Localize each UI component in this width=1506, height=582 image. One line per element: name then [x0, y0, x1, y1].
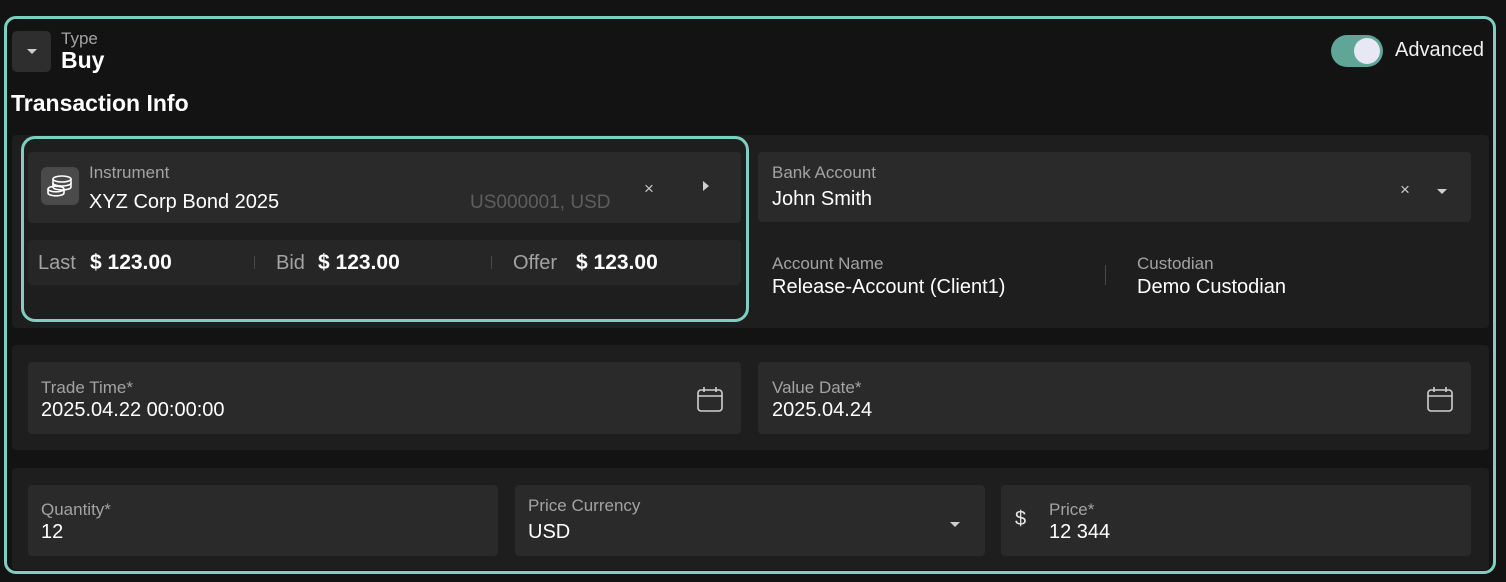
price-currency-label: Price Currency: [528, 496, 641, 515]
bank-account-value: John Smith: [772, 188, 873, 210]
trade-time-value: 2025.04.22 00:00:00: [41, 399, 225, 421]
price-value: 12 344: [1049, 521, 1111, 543]
account-name-label: Account Name: [772, 254, 884, 273]
chevron-down-icon[interactable]: [1437, 189, 1447, 194]
type-label: Type: [61, 29, 98, 48]
quantity-field[interactable]: [28, 485, 498, 556]
chevron-down-icon[interactable]: [950, 522, 960, 527]
quantity-label: Quantity*: [41, 500, 111, 519]
calendar-icon[interactable]: [696, 385, 724, 418]
advanced-label: Advanced: [1395, 39, 1484, 61]
section-title: Transaction Info: [11, 90, 189, 116]
advanced-toggle[interactable]: [1331, 35, 1383, 67]
value-date-label: Value Date*: [772, 378, 862, 397]
value-date-field[interactable]: [758, 362, 1471, 434]
value-date-value: 2025.04.24: [772, 399, 873, 421]
account-name-value: Release-Account (Client1): [772, 276, 1006, 298]
dollar-icon: $: [1015, 508, 1027, 530]
type-dropdown-button[interactable]: [12, 31, 51, 72]
custodian-label: Custodian: [1137, 254, 1214, 273]
trade-time-label: Trade Time*: [41, 378, 133, 397]
caret-down-icon: [26, 49, 37, 54]
calendar-icon[interactable]: [1426, 385, 1454, 418]
trade-time-field[interactable]: [28, 362, 741, 434]
toggle-knob: [1354, 38, 1380, 64]
type-value[interactable]: Buy: [61, 47, 104, 74]
quantity-value: 12: [41, 521, 64, 543]
price-currency-value: USD: [528, 521, 571, 543]
price-label: Price*: [1049, 500, 1095, 519]
instrument-highlight: [21, 136, 749, 322]
bank-account-clear-icon[interactable]: ×: [1400, 180, 1410, 200]
account-divider: [1105, 265, 1106, 285]
custodian-value: Demo Custodian: [1137, 276, 1286, 298]
bank-account-label: Bank Account: [772, 163, 876, 182]
